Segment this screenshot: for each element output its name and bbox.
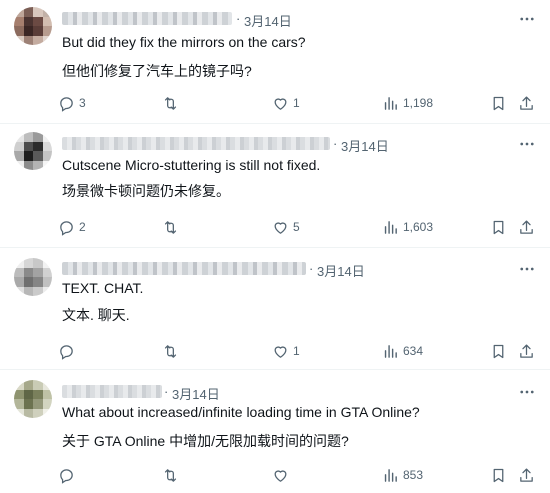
reply-text: What about increased/infinite loading ti…	[62, 404, 420, 420]
bookmark-button[interactable]	[490, 465, 507, 485]
views-button[interactable]: 634	[382, 341, 423, 361]
timestamp[interactable]: 3月14日	[244, 11, 292, 30]
like-icon	[274, 469, 287, 482]
retweet-icon	[164, 468, 177, 482]
reply-item[interactable]: · 3月14日 But did they fix the mirrors on …	[0, 0, 550, 124]
share-button[interactable]	[518, 93, 535, 113]
avatar[interactable]	[14, 258, 52, 296]
bookmark-icon	[493, 468, 504, 482]
reply-text: Cutscene Micro-stuttering is still not f…	[62, 157, 321, 173]
avatar[interactable]	[14, 380, 52, 418]
action-bar: 1 634	[58, 341, 536, 361]
views-count: 1,603	[403, 220, 434, 234]
views-count: 1,198	[403, 96, 434, 110]
timestamp[interactable]: 3月14日	[341, 136, 389, 155]
action-bar: 3 1 1,198	[58, 93, 536, 113]
like-icon	[274, 97, 287, 110]
reply-count: 3	[79, 96, 86, 110]
blurred-username[interactable]	[62, 385, 162, 398]
reply-item[interactable]: · 3月14日 What about increased/infinite lo…	[0, 370, 550, 493]
bookmark-button[interactable]	[490, 217, 507, 237]
separator-dot: ·	[236, 11, 241, 26]
reply-translation: 场景微卡顿问题仍未修复。	[62, 183, 230, 199]
share-icon	[520, 95, 533, 110]
reply-button[interactable]	[58, 341, 79, 361]
reply-count: 2	[79, 220, 86, 234]
like-button[interactable]	[272, 465, 293, 485]
views-button[interactable]: 1,198	[382, 93, 433, 113]
reply-feed: · 3月14日 But did they fix the mirrors on …	[0, 0, 550, 493]
reply-translation: 关于 GTA Online 中增加/无限加载时间的问题?	[62, 433, 349, 449]
avatar[interactable]	[14, 7, 52, 45]
bookmark-button[interactable]	[490, 341, 507, 361]
action-bar: 853	[58, 465, 536, 485]
views-icon	[384, 96, 397, 110]
avatar[interactable]	[14, 132, 52, 170]
share-icon	[520, 219, 533, 234]
reply-button[interactable]: 3	[58, 93, 86, 113]
reply-icon	[60, 344, 73, 360]
like-count: 1	[293, 96, 300, 110]
reply-text: But did they fix the mirrors on the cars…	[62, 34, 306, 50]
retweet-icon	[164, 220, 177, 234]
views-button[interactable]: 853	[382, 465, 423, 485]
retweet-button[interactable]	[162, 217, 183, 237]
bookmark-button[interactable]	[490, 93, 507, 113]
more-icon[interactable]	[518, 260, 536, 278]
reply-item[interactable]: · 3月14日 Cutscene Micro-stuttering is sti…	[0, 124, 550, 248]
retweet-icon	[164, 344, 177, 358]
separator-dot: ·	[309, 261, 314, 276]
reply-button[interactable]	[58, 465, 79, 485]
share-button[interactable]	[518, 341, 535, 361]
reply-icon	[60, 96, 73, 112]
blurred-username[interactable]	[62, 262, 306, 275]
separator-dot: ·	[164, 384, 169, 399]
separator-dot: ·	[333, 136, 338, 151]
action-bar: 2 5 1,603	[58, 217, 536, 237]
reply-icon	[60, 220, 73, 236]
blurred-username[interactable]	[62, 12, 232, 25]
retweet-button[interactable]	[162, 465, 183, 485]
retweet-button[interactable]	[162, 93, 183, 113]
like-count: 5	[293, 220, 300, 234]
reply-text: TEXT. CHAT.	[62, 280, 144, 296]
views-icon	[384, 468, 397, 482]
like-button[interactable]: 5	[272, 217, 300, 237]
reply-item[interactable]: · 3月14日 TEXT. CHAT. 文本. 聊天. 1 634	[0, 248, 550, 370]
reply-translation: 文本. 聊天.	[62, 307, 130, 323]
like-count: 1	[293, 344, 300, 358]
bookmark-icon	[493, 344, 504, 358]
more-icon[interactable]	[518, 10, 536, 28]
views-count: 634	[403, 344, 424, 358]
retweet-icon	[164, 96, 177, 110]
views-button[interactable]: 1,603	[382, 217, 433, 237]
share-icon	[520, 343, 533, 358]
like-button[interactable]: 1	[272, 93, 300, 113]
more-icon[interactable]	[518, 135, 536, 153]
like-icon	[274, 345, 287, 358]
reply-button[interactable]: 2	[58, 217, 86, 237]
timestamp[interactable]: 3月14日	[317, 261, 365, 280]
reply-translation: 但他们修复了汽车上的镜子吗?	[62, 63, 252, 79]
more-icon[interactable]	[518, 383, 536, 401]
views-icon	[384, 220, 397, 234]
bookmark-icon	[493, 220, 504, 234]
bookmark-icon	[493, 96, 504, 110]
like-icon	[274, 221, 287, 234]
timestamp[interactable]: 3月14日	[172, 384, 220, 403]
views-icon	[384, 344, 397, 358]
like-button[interactable]: 1	[272, 341, 300, 361]
blurred-username[interactable]	[62, 137, 330, 150]
share-button[interactable]	[518, 217, 535, 237]
share-button[interactable]	[518, 465, 535, 485]
share-icon	[520, 467, 533, 482]
views-count: 853	[403, 468, 424, 482]
reply-icon	[60, 468, 73, 484]
retweet-button[interactable]	[162, 341, 183, 361]
